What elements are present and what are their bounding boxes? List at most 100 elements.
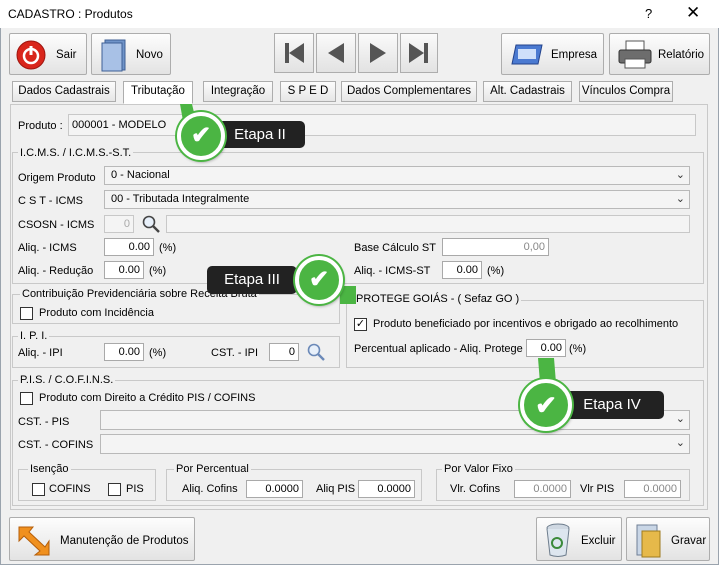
credito-label: Produto com Direito a Crédito PIS / COFI…: [39, 392, 256, 404]
base-st-input[interactable]: 0,00: [442, 238, 549, 256]
vlr-pis-input[interactable]: 0.0000: [624, 480, 681, 498]
aliq-st-pct: (%): [487, 265, 505, 277]
help-icon[interactable]: ?: [645, 6, 652, 21]
sair-label: Sair: [56, 49, 77, 61]
sair-button[interactable]: Sair: [9, 33, 87, 75]
previous-icon: [328, 43, 344, 63]
tab-tributacao[interactable]: Tributação: [123, 81, 193, 104]
reducao-label: Aliq. - Redução: [18, 265, 94, 277]
empresa-button[interactable]: Empresa: [501, 33, 604, 75]
chevron-down-icon: ⌄: [675, 169, 685, 181]
search-icon[interactable]: [306, 342, 326, 362]
chevron-down-icon: ⌄: [675, 437, 685, 449]
chevron-down-icon: ⌄: [675, 193, 685, 205]
tab-sped[interactable]: S P E D: [280, 81, 336, 102]
produto-value: 000001 - MODELO: [72, 119, 167, 131]
protege-perc-pct: (%): [569, 343, 587, 355]
window-title: CADASTRO : Produtos: [8, 7, 133, 21]
credito-checkbox[interactable]: [20, 392, 33, 405]
first-icon: [285, 43, 304, 63]
isencao-pis-label: PIS: [126, 483, 144, 495]
manutencao-button[interactable]: Manutenção de Produtos: [9, 517, 195, 561]
etapa3-check-icon: ✔: [295, 256, 343, 304]
tab-vinculos-compra[interactable]: Vínculos Compra: [579, 81, 673, 102]
vlr-cofins-input[interactable]: 0.0000: [514, 480, 571, 498]
power-icon: [16, 40, 46, 70]
reducao-input[interactable]: 0.00: [104, 261, 144, 279]
etapa2-badge: Etapa II: [215, 121, 305, 148]
protege-perc-label: Percentual aplicado - Aliq. Protege: [354, 343, 523, 355]
csosn-field: 0: [104, 215, 134, 233]
maintenance-arrow-icon: [18, 526, 50, 556]
aliq-cofins-label: Aliq. Cofins: [182, 483, 238, 495]
origem-select[interactable]: 0 - Nacional ⌄: [104, 166, 690, 185]
company-icon: [511, 44, 543, 65]
printer-icon: [618, 40, 652, 69]
aliq-st-input[interactable]: 0.00: [442, 261, 482, 279]
protege-perc-input[interactable]: 0.00: [526, 339, 566, 357]
base-st-label: Base Cálculo ST: [354, 242, 436, 254]
icms-title: I.C.M.S. / I.C.M.S.-S.T.: [18, 147, 134, 159]
excluir-button[interactable]: Excluir: [536, 517, 622, 561]
isencao-cofins-label: COFINS: [49, 483, 91, 495]
cst-icms-label: C S T - ICMS: [18, 195, 83, 207]
origem-label: Origem Produto: [18, 172, 96, 184]
last-icon: [409, 43, 428, 63]
relatorio-button[interactable]: Relatório: [609, 33, 710, 75]
cst-icms-value: 00 - Tributada Integralmente: [111, 193, 250, 205]
pis-cofins-title: P.I.S. / C.O.F.I.N.S.: [18, 374, 116, 386]
save-folder-icon: [636, 524, 661, 558]
vlr-pis-label: Vlr PIS: [580, 483, 615, 495]
cst-ipi-label: CST. - IPI: [211, 347, 259, 359]
etapa4-check-icon: ✔: [520, 379, 572, 431]
aliq-icms-label: Aliq. - ICMS: [18, 242, 77, 254]
contrib-checkbox[interactable]: [20, 307, 33, 320]
aliq-pis-label: Aliq PIS: [316, 483, 356, 495]
aliq-icms-input[interactable]: 0.00: [104, 238, 154, 256]
aliq-st-label: Aliq. - ICMS-ST: [354, 265, 431, 277]
protege-check-label: Produto beneficiado por incentivos e obr…: [373, 318, 679, 330]
aliq-ipi-pct: (%): [149, 347, 167, 359]
gravar-button[interactable]: Gravar: [626, 517, 710, 561]
cst-pis-label: CST. - PIS: [18, 416, 70, 428]
tab-alt-cadastrais[interactable]: Alt. Cadastrais: [483, 81, 572, 102]
protege-checkbox[interactable]: ✓: [354, 318, 367, 331]
csosn-label: CSOSN - ICMS: [18, 219, 95, 231]
gravar-label: Gravar: [671, 535, 707, 547]
new-document-icon: [101, 39, 126, 72]
manutencao-label: Manutenção de Produtos: [60, 535, 189, 547]
aliq-ipi-label: Aliq. - IPI: [18, 347, 63, 359]
aliq-cofins-input[interactable]: 0.0000: [246, 480, 303, 498]
aliq-ipi-input[interactable]: 0.00: [104, 343, 144, 361]
relatorio-label: Relatório: [658, 49, 705, 61]
tab-dados-cadastrais[interactable]: Dados Cadastrais: [12, 81, 116, 102]
novo-button[interactable]: Novo: [91, 33, 171, 75]
tab-integracao[interactable]: Integração: [203, 81, 273, 102]
search-icon[interactable]: [141, 214, 161, 234]
aliq-pis-input[interactable]: 0.0000: [358, 480, 415, 498]
aliq-icms-pct: (%): [159, 242, 177, 254]
etapa4-badge: Etapa IV: [560, 391, 664, 419]
empresa-label: Empresa: [551, 49, 598, 61]
isencao-cofins-checkbox[interactable]: [32, 483, 45, 496]
isencao-pis-checkbox[interactable]: [108, 483, 121, 496]
novo-label: Novo: [136, 49, 163, 61]
etapa2-check-icon: ✔: [177, 112, 225, 160]
csosn-description: [166, 215, 690, 233]
produto-field: 000001 - MODELO: [68, 114, 696, 136]
protege-group: [346, 300, 704, 368]
first-record-button[interactable]: [274, 33, 314, 73]
tab-dados-complementares[interactable]: Dados Complementares: [341, 81, 477, 102]
previous-record-button[interactable]: [316, 33, 356, 73]
cst-icms-select[interactable]: 00 - Tributada Integralmente ⌄: [104, 190, 690, 209]
last-record-button[interactable]: [400, 33, 438, 73]
etapa3-badge: Etapa III: [207, 266, 297, 294]
cst-cofins-select[interactable]: ⌄: [100, 434, 690, 454]
next-record-button[interactable]: [358, 33, 398, 73]
cst-ipi-input[interactable]: 0: [269, 343, 299, 361]
valor-fixo-title: Por Valor Fixo: [442, 463, 515, 475]
close-icon[interactable]: ✕: [686, 3, 700, 23]
ipi-title: I. P. I.: [18, 330, 50, 342]
protege-title: PROTEGE GOIÁS - ( Sefaz GO ): [354, 293, 522, 305]
trash-icon: [546, 523, 570, 557]
